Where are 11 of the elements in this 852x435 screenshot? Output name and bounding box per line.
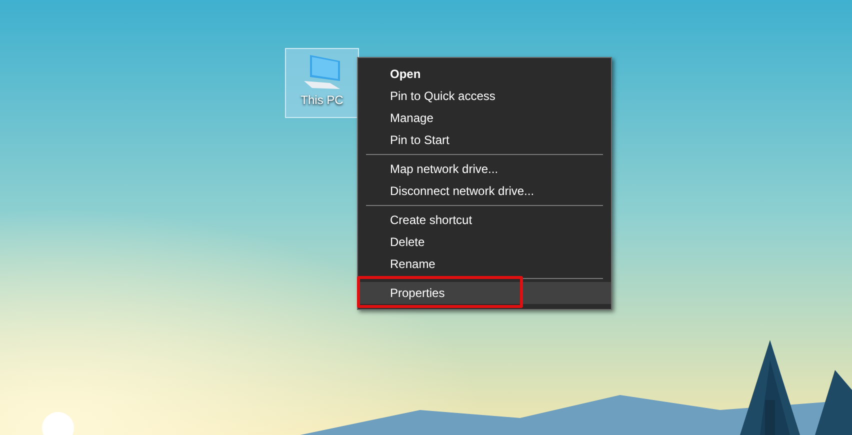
menu-item[interactable]: Pin to Start [358,129,611,151]
menu-item[interactable]: Delete [358,231,611,253]
icon-label: This PC [300,92,344,109]
menu-item[interactable]: Create shortcut [358,209,611,231]
menu-item[interactable]: Properties [358,282,611,304]
menu-item[interactable]: Manage [358,107,611,129]
menu-item[interactable]: Disconnect network drive... [358,180,611,202]
menu-item[interactable]: Pin to Quick access [358,85,611,107]
menu-item[interactable]: Rename [358,253,611,275]
menu-item[interactable]: Open [358,63,611,85]
menu-item[interactable]: Map network drive... [358,158,611,180]
